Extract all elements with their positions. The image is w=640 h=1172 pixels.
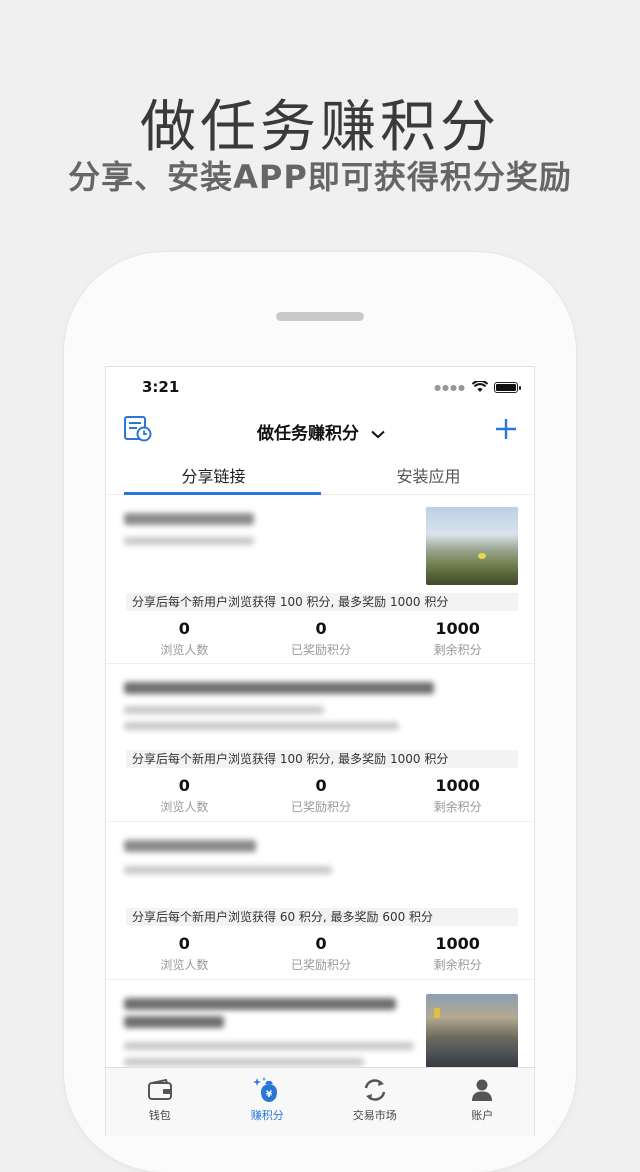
views-label: 浏览人数: [160, 800, 209, 814]
nav-bar: 做任务赚积分: [106, 407, 534, 453]
blurred-title: [124, 682, 434, 694]
blurred-title: [124, 1016, 224, 1028]
task-card[interactable]: 分享后每个新用户浏览获得 60 积分, 最多奖励 600 积分 0 浏览人数 0 已…: [106, 822, 534, 980]
battery-icon: [494, 381, 521, 393]
status-bar: 3:21 ●●●●: [106, 367, 534, 407]
exchange-icon: [364, 1079, 385, 1101]
account-icon: [472, 1079, 493, 1101]
promo-subtitle: 分享、安装APP即可获得积分奖励: [68, 158, 572, 196]
views-count: 0: [178, 934, 190, 953]
blurred-title: [124, 840, 256, 852]
article-thumbnail: [426, 507, 518, 585]
views-label: 浏览人数: [160, 643, 209, 657]
rewarded-label: 已奖励积分: [291, 800, 352, 814]
rewarded-count: 0: [315, 934, 327, 953]
chevron-down-icon: [371, 430, 385, 439]
task-list: 分享后每个新用户浏览获得 100 积分, 最多奖励 1000 积分 0 浏览人数 …: [106, 501, 534, 1080]
remaining-label: 剩余积分: [433, 800, 482, 814]
blurred-url: [124, 722, 399, 730]
blurred-title: [124, 998, 396, 1010]
rewarded-label: 已奖励积分: [291, 643, 352, 657]
task-stats: 0 浏览人数 0 已奖励积分 1000 剩余积分: [116, 934, 526, 973]
task-stats: 0 浏览人数 0 已奖励积分 1000 剩余积分: [116, 619, 526, 658]
segment-tabs: 分享链接 安装应用: [106, 453, 534, 495]
tab-install-app[interactable]: 安装应用: [321, 453, 534, 494]
signal-icon: ●●●●: [434, 382, 466, 392]
rewarded-count: 0: [315, 619, 327, 638]
remaining-label: 剩余积分: [433, 643, 482, 657]
tabbar-wallet[interactable]: 钱包: [106, 1068, 214, 1136]
task-description: 分享后每个新用户浏览获得 100 积分, 最多奖励 1000 积分: [126, 593, 518, 611]
task-description: 分享后每个新用户浏览获得 60 积分, 最多奖励 600 积分: [126, 908, 518, 926]
task-description: 分享后每个新用户浏览获得 100 积分, 最多奖励 1000 积分: [126, 750, 518, 768]
blurred-title: [124, 513, 254, 525]
tabbar-label: 交易市场: [352, 1109, 397, 1122]
tabbar-label: 赚积分: [250, 1109, 284, 1122]
views-label: 浏览人数: [160, 958, 209, 972]
remaining-label: 剩余积分: [433, 958, 482, 972]
promo-header: 做任务赚积分 分享、安装APP即可获得积分奖励: [0, 0, 640, 260]
tabbar-earn-points[interactable]: ¥ 赚积分: [214, 1068, 322, 1136]
nav-title-dropdown[interactable]: 做任务赚积分: [106, 419, 534, 444]
tab-share-link[interactable]: 分享链接: [106, 453, 321, 495]
earn-points-icon: ¥: [253, 1077, 278, 1102]
rewarded-count: 0: [315, 776, 327, 795]
blurred-url: [124, 537, 254, 545]
add-icon[interactable]: [492, 415, 520, 443]
tabbar-label: 账户: [471, 1109, 494, 1122]
blurred-url: [124, 1058, 364, 1066]
article-thumbnail: [426, 994, 518, 1072]
views-count: 0: [178, 619, 190, 638]
svg-text:¥: ¥: [266, 1090, 273, 1100]
app-screen: 3:21 ●●●● 做任务赚积分 分享链接 安装应用 分享后每个新用户浏览获得 …: [105, 366, 535, 1136]
remaining-count: 1000: [435, 776, 480, 795]
blurred-url: [124, 1042, 414, 1050]
remaining-count: 1000: [435, 934, 480, 953]
promo-title: 做任务赚积分: [140, 95, 500, 160]
task-card[interactable]: 分享后每个新用户浏览获得 100 积分, 最多奖励 1000 积分 0 浏览人数 …: [106, 664, 534, 822]
nav-title: 做任务赚积分: [257, 424, 360, 444]
status-time: 3:21: [142, 378, 180, 396]
remaining-count: 1000: [435, 619, 480, 638]
tabbar-account[interactable]: 账户: [429, 1068, 535, 1136]
wallet-icon: [147, 1079, 172, 1100]
blurred-url: [124, 706, 324, 714]
bottom-tab-bar: 钱包 ¥ 赚积分 交易市场 账户: [106, 1067, 535, 1136]
views-count: 0: [178, 776, 190, 795]
wifi-icon: [472, 381, 488, 392]
task-stats: 0 浏览人数 0 已奖励积分 1000 剩余积分: [116, 776, 526, 815]
rewarded-label: 已奖励积分: [291, 958, 352, 972]
blurred-url: [124, 866, 332, 874]
tabbar-market[interactable]: 交易市场: [321, 1068, 429, 1136]
task-card[interactable]: [106, 980, 534, 1080]
phone-speaker: [276, 312, 364, 321]
tabbar-label: 钱包: [148, 1109, 171, 1122]
task-card[interactable]: 分享后每个新用户浏览获得 100 积分, 最多奖励 1000 积分 0 浏览人数 …: [106, 501, 534, 664]
